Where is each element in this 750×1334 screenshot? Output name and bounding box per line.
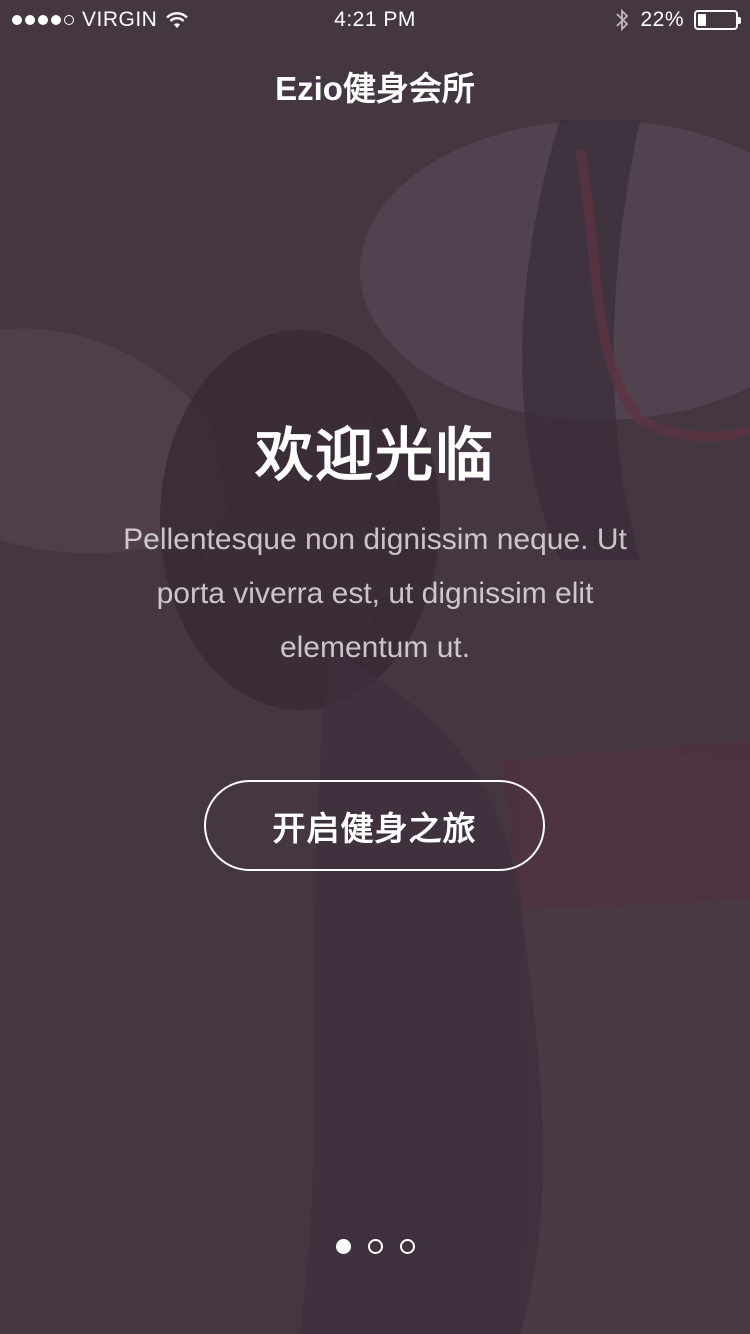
battery-fill [698, 14, 706, 26]
page-indicator [0, 1239, 750, 1254]
app-title: Ezio健身会所 [275, 70, 475, 107]
battery-icon [694, 10, 741, 30]
welcome-description: Pellentesque non dignissim neque. Ut por… [123, 523, 627, 664]
status-right: 22% [614, 8, 741, 32]
onboarding-screen: VIRGIN 4:21 PM 22% Ezio健身会所 欢迎光临 Pellent… [0, 0, 750, 1334]
battery-percentage: 22% [640, 8, 684, 31]
page-dot-1[interactable] [335, 1239, 351, 1254]
bluetooth-icon [616, 8, 629, 32]
status-bar: VIRGIN 4:21 PM 22% [0, 0, 750, 40]
page-dot-3[interactable] [399, 1239, 415, 1254]
page-dot-2[interactable] [367, 1239, 383, 1254]
welcome-title: 欢迎光临 [254, 423, 495, 488]
start-fitness-button[interactable]: 开启健身之旅 [204, 780, 545, 871]
